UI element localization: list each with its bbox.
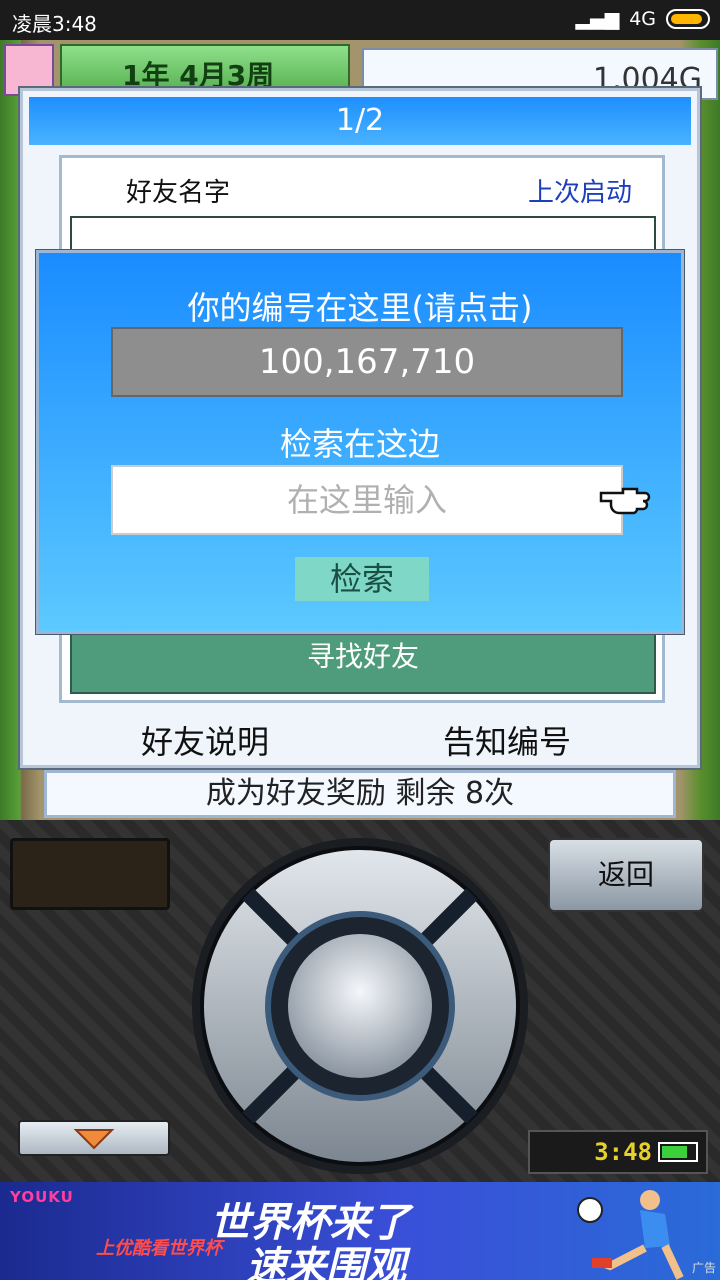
ad-banner[interactable]: YOUKU 世界杯来了 上优酷看世界杯 速来围观 广告 (0, 1182, 720, 1280)
network-label: 4G (629, 8, 656, 30)
search-label: 检索在这边 (279, 425, 440, 463)
dpad[interactable] (190, 836, 530, 1176)
pointing-hand-icon (599, 487, 651, 515)
ad-brand: YOUKU (10, 1188, 74, 1206)
center-button[interactable] (288, 934, 432, 1078)
friend-reward-bar: 成为好友奖励 剩余 8次 (44, 770, 676, 818)
notify-id-button[interactable]: 告知编号 (443, 717, 571, 763)
clock-text: 3:48 (594, 1138, 652, 1166)
search-input[interactable]: 在这里输入 (111, 465, 623, 535)
find-friend-button[interactable]: 寻找好友 (70, 624, 656, 694)
page-indicator: 1/2 (29, 97, 691, 145)
panel-footer: 好友说明 告知编号 (23, 711, 703, 767)
signal-icon: ▂▄▆ (575, 8, 620, 30)
soccer-player-image (577, 1190, 684, 1280)
status-icons: ▂▄▆ 4G (575, 8, 710, 30)
ad-tag: 广告 (691, 1261, 716, 1275)
game-clock: 3:48 (528, 1130, 708, 1174)
status-time: 凌晨3:48 (12, 12, 97, 36)
ad-headline-2: 速来围观 (246, 1244, 406, 1280)
game-battery-icon (658, 1142, 698, 1162)
ad-subline: 上优酷看世界杯 (96, 1238, 222, 1259)
arrow-down-icon (73, 1129, 115, 1150)
search-button[interactable]: 检索 (295, 557, 429, 601)
column-header-name: 好友名字 (126, 178, 231, 208)
column-header-last-login[interactable]: 上次启动 (528, 172, 632, 209)
back-button[interactable]: 返回 (548, 838, 704, 912)
friend-help-button[interactable]: 好友说明 (141, 717, 269, 763)
status-bar: 凌晨3:48 ▂▄▆ 4G (0, 0, 720, 40)
screen-slot (10, 838, 170, 910)
player-id-button[interactable]: 100,167,710 (111, 327, 623, 397)
dialog-title: 你的编号在这里(请点击) (187, 289, 533, 327)
menu-toggle-button[interactable] (18, 1120, 170, 1156)
friend-id-dialog: 你的编号在这里(请点击) 100,167,710 检索在这边 在这里输入 检索 (36, 250, 684, 634)
controller-pad: 返回 3:48 (0, 820, 720, 1182)
battery-icon (666, 9, 710, 29)
